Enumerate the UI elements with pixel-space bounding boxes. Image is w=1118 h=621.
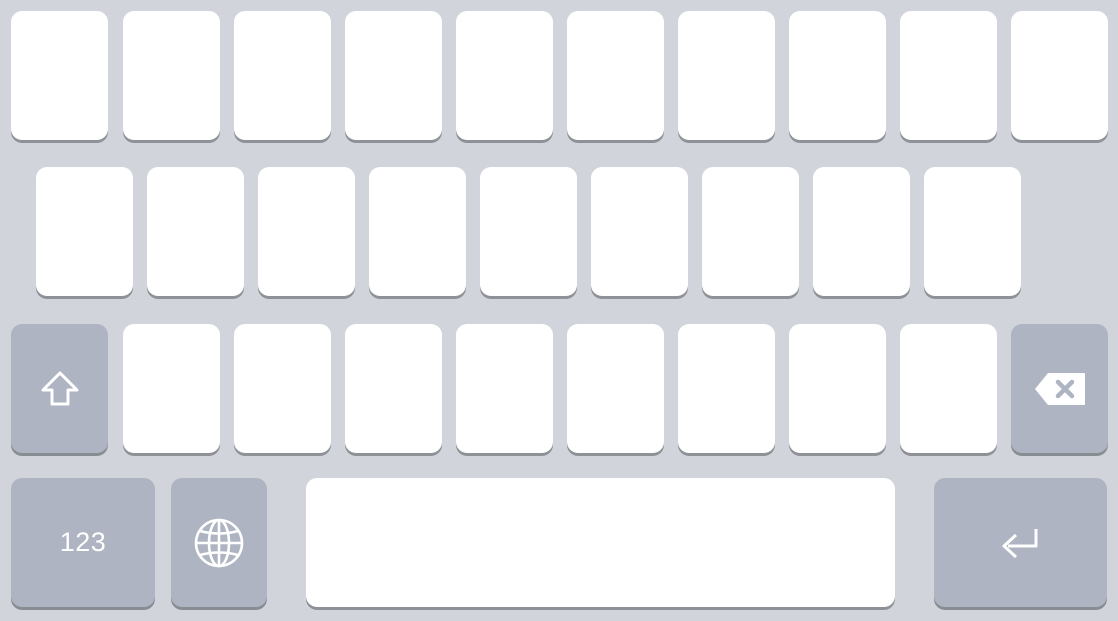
letter-key[interactable] [678, 11, 775, 140]
letter-key[interactable] [456, 324, 553, 453]
backspace-key[interactable] [1011, 324, 1108, 453]
letter-key[interactable] [567, 11, 664, 140]
on-screen-keyboard: 123 [0, 0, 1118, 621]
letter-key[interactable] [567, 324, 664, 453]
letter-key[interactable] [345, 11, 442, 140]
letter-key[interactable] [258, 167, 355, 296]
numbers-key-label: 123 [59, 527, 107, 557]
letter-key[interactable] [147, 167, 244, 296]
shift-key[interactable] [11, 324, 108, 453]
letter-key[interactable] [345, 324, 442, 453]
letter-key[interactable] [702, 167, 799, 296]
globe-icon [193, 517, 245, 569]
letter-key[interactable] [234, 324, 331, 453]
globe-key[interactable] [171, 478, 267, 607]
backspace-icon [1034, 372, 1086, 406]
numbers-key[interactable]: 123 [11, 478, 155, 607]
letter-key[interactable] [924, 167, 1021, 296]
letter-key[interactable] [456, 11, 553, 140]
letter-key[interactable] [11, 11, 108, 140]
letter-key[interactable] [789, 324, 886, 453]
letter-key[interactable] [123, 11, 220, 140]
letter-key[interactable] [369, 167, 466, 296]
letter-key[interactable] [234, 11, 331, 140]
letter-key[interactable] [480, 167, 577, 296]
letter-key[interactable] [36, 167, 133, 296]
shift-arrow-icon [40, 371, 80, 407]
return-key[interactable] [934, 478, 1107, 607]
letter-key[interactable] [900, 11, 997, 140]
letter-key[interactable] [789, 11, 886, 140]
letter-key[interactable] [1011, 11, 1108, 140]
letter-key[interactable] [678, 324, 775, 453]
letter-key[interactable] [123, 324, 220, 453]
return-icon [999, 526, 1043, 560]
letter-key[interactable] [591, 167, 688, 296]
space-bar[interactable] [306, 478, 895, 607]
letter-key[interactable] [813, 167, 910, 296]
letter-key[interactable] [900, 324, 997, 453]
